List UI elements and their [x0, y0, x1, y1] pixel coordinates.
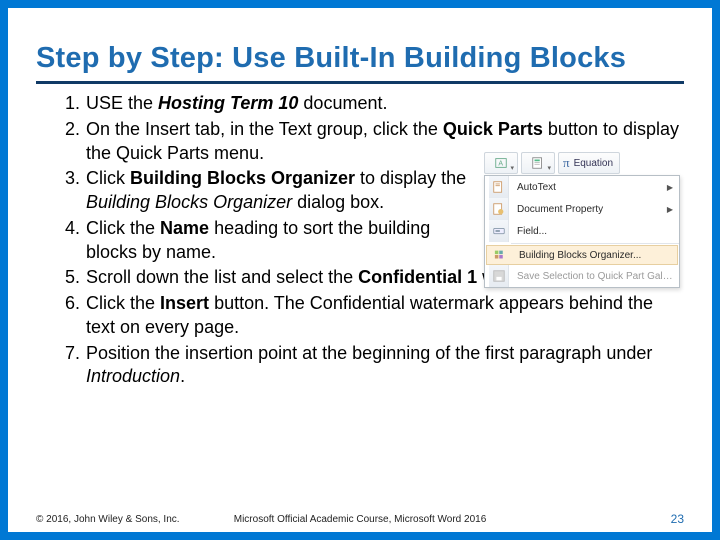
step-text: Insert [160, 293, 209, 313]
ribbon-strip: A π Equation [484, 152, 680, 174]
autotext-icon [492, 180, 506, 194]
menu-label: AutoText [517, 182, 661, 193]
step-text: to display the [355, 168, 466, 188]
step-item: 7.Position the insertion point at the be… [86, 342, 684, 390]
step-text: Building Blocks Organizer [86, 192, 292, 212]
text-box-icon: A [494, 156, 508, 170]
field-icon [492, 224, 506, 238]
menu-label: Building Blocks Organizer... [519, 250, 671, 261]
equation-button[interactable]: π Equation [558, 152, 620, 174]
step-number: 4. [52, 217, 80, 241]
quick-parts-illustration: A π Equation AutoText ▶ [484, 152, 680, 288]
save-icon [492, 269, 506, 283]
menu-item-field[interactable]: Field... [485, 220, 679, 242]
step-text: Name [160, 218, 209, 238]
menu-label: Field... [517, 226, 673, 237]
menu-item-autotext[interactable]: AutoText ▶ [485, 176, 679, 198]
menu-item-building-blocks-organizer[interactable]: Building Blocks Organizer... [486, 245, 678, 265]
text-box-button[interactable]: A [484, 152, 518, 174]
slide-footer: © 2016, John Wiley & Sons, Inc. Microsof… [36, 512, 684, 526]
svg-text:A: A [498, 161, 503, 168]
organizer-icon [494, 248, 508, 262]
menu-item-document-property[interactable]: Document Property ▶ [485, 198, 679, 220]
quick-parts-icon [531, 156, 545, 170]
equation-label: Equation [574, 158, 613, 169]
content-area: 1.USE the Hosting Term 10 document.2.On … [36, 92, 684, 389]
step-number: 7. [52, 342, 80, 366]
step-text: Click the [86, 218, 160, 238]
menu-label: Document Property [517, 204, 661, 215]
submenu-arrow-icon: ▶ [667, 205, 673, 214]
slide-frame: Step by Step: Use Built-In Building Bloc… [0, 0, 720, 540]
step-number: 3. [52, 167, 80, 191]
submenu-arrow-icon: ▶ [667, 183, 673, 192]
step-number: 2. [52, 118, 80, 142]
slide-title: Step by Step: Use Built-In Building Bloc… [36, 42, 684, 84]
step-text: USE the [86, 93, 158, 113]
course-text: Microsoft Official Academic Course, Micr… [36, 514, 684, 525]
step-text: On the Insert tab, in the Text group, cl… [86, 119, 443, 139]
step-text: document. [298, 93, 387, 113]
step-item: 6.Click the Insert button. The Confident… [86, 292, 684, 340]
step-text: Click [86, 168, 130, 188]
step-item: 1.USE the Hosting Term 10 document. [86, 92, 684, 116]
step-text: Scroll down the list and select the [86, 267, 358, 287]
step-number: 5. [52, 266, 80, 290]
step-text: . [180, 366, 185, 386]
menu-label: Save Selection to Quick Part Gallery... [517, 271, 673, 282]
step-text: Introduction [86, 366, 180, 386]
step-number: 6. [52, 292, 80, 316]
document-property-icon [492, 202, 506, 216]
menu-item-save-selection[interactable]: Save Selection to Quick Part Gallery... [485, 265, 679, 287]
step-text: Position the insertion point at the begi… [86, 343, 652, 363]
step-text: Building Blocks Organizer [130, 168, 355, 188]
step-text: Hosting Term 10 [158, 93, 298, 113]
step-text: dialog box. [292, 192, 384, 212]
menu-separator [511, 243, 679, 244]
pi-icon: π [563, 155, 570, 171]
step-text: Confidential 1 [358, 267, 477, 287]
quick-parts-menu: AutoText ▶ Document Property ▶ Field... [484, 175, 680, 288]
step-text: Click the [86, 293, 160, 313]
step-text: Quick Parts [443, 119, 543, 139]
quick-parts-button[interactable] [521, 152, 555, 174]
step-number: 1. [52, 92, 80, 116]
